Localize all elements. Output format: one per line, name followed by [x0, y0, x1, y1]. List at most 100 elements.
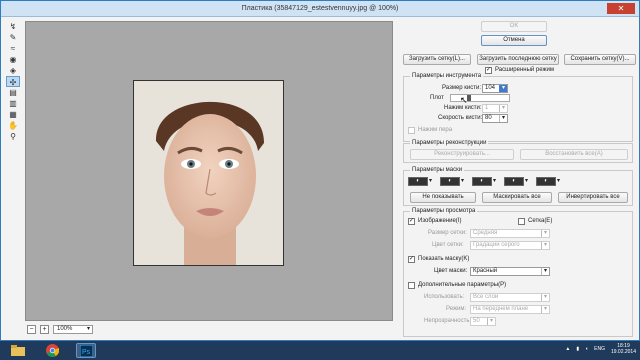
- mask-options-group: Параметры маски ◐ ▾ ◐ ▾ ◐ ▾ ◐ ▾ ◐ ▾ Не п…: [403, 167, 633, 206]
- pucker-tool-icon[interactable]: ◈: [6, 65, 20, 76]
- opacity-field[interactable]: 50 ▾: [470, 317, 496, 326]
- mask-replace-icon[interactable]: ◐: [408, 177, 428, 186]
- mask-options-title: Параметры маски: [410, 167, 465, 173]
- cancel-button[interactable]: Отмена: [481, 35, 547, 46]
- chevron-down-icon[interactable]: ▾: [429, 177, 435, 186]
- brush-size-field[interactable]: 104 ▾: [482, 84, 508, 93]
- save-mesh-button[interactable]: Сохранить сетку(V)...: [564, 54, 636, 65]
- show-backdrop-label: Дополнительные параметры(P): [418, 282, 507, 288]
- show-mesh-checkbox[interactable]: [518, 218, 525, 225]
- mode-select[interactable]: На переднем плане ▾: [470, 305, 550, 314]
- chrome-icon[interactable]: [42, 343, 62, 358]
- stylus-pressure-checkbox[interactable]: [408, 127, 415, 134]
- photoshop-icon[interactable]: Ps: [76, 343, 96, 358]
- language-indicator[interactable]: ENG: [594, 346, 605, 352]
- opacity-label: Непрозрачность:: [424, 318, 472, 324]
- mask-none-button[interactable]: Не показывать: [410, 192, 476, 203]
- zoom-out-button[interactable]: −: [27, 324, 36, 334]
- chevron-down-icon[interactable]: ▾: [541, 306, 549, 313]
- liquify-toolbar: ↯ ✎ ≈ ◉ ◈ ✣ ▤ ▥ ▦ ✋ ⚲: [3, 21, 23, 141]
- chevron-down-icon[interactable]: ▾: [499, 115, 507, 122]
- smooth-tool-icon[interactable]: ≈: [6, 43, 20, 54]
- ok-button[interactable]: OK: [481, 21, 547, 32]
- use-layer-value: Все слои: [473, 294, 499, 300]
- twirl-tool-icon[interactable]: ◉: [6, 54, 20, 65]
- chevron-down-icon[interactable]: ▾: [493, 177, 499, 186]
- slider-knob[interactable]: [467, 95, 471, 101]
- chevron-down-icon[interactable]: ▾: [499, 85, 507, 92]
- mouse-cursor-icon: ↖: [460, 95, 468, 105]
- mesh-size-label: Размер сетки:: [428, 230, 467, 236]
- forward-warp-tool-icon[interactable]: ↯: [6, 21, 20, 32]
- reconstruct-tool-icon[interactable]: ✎: [6, 32, 20, 43]
- title-bar: Пластика (35847129_estestvennuyy.jpg @ 1…: [1, 1, 639, 17]
- zoom-tool-icon[interactable]: ⚲: [6, 131, 20, 142]
- mesh-size-select[interactable]: Средняя ▾: [470, 229, 550, 238]
- mask-add-icon[interactable]: ◐: [440, 177, 460, 186]
- show-mask-label: Показать маску(K): [418, 256, 470, 262]
- mesh-size-value: Средняя: [473, 230, 498, 236]
- use-layer-select[interactable]: Все слои ▾: [470, 293, 550, 302]
- show-image-checkbox[interactable]: ✓: [408, 218, 415, 225]
- show-mask-checkbox[interactable]: ✓: [408, 256, 415, 263]
- tray-arrow-icon[interactable]: ▲: [565, 346, 570, 352]
- zoom-bar: − + 100%: [25, 323, 393, 335]
- opacity-value: 50: [473, 318, 480, 324]
- mesh-color-select[interactable]: Градации серого ▾: [470, 241, 550, 250]
- rate-field[interactable]: 80 ▾: [482, 114, 508, 123]
- rate-value: 80: [485, 115, 492, 121]
- thaw-mask-tool-icon[interactable]: ▦: [6, 109, 20, 120]
- reconstruct-title: Параметры реконструкции: [410, 140, 489, 146]
- push-left-tool-icon[interactable]: ▤: [6, 87, 20, 98]
- clock[interactable]: 18:19 19.02.2014: [611, 343, 636, 355]
- chevron-down-icon[interactable]: ▾: [541, 294, 549, 301]
- mask-subtract-icon[interactable]: ◐: [472, 177, 492, 186]
- mode-value: На переднем плане: [473, 306, 529, 312]
- chevron-down-icon[interactable]: ▾: [541, 230, 549, 237]
- load-mesh-button[interactable]: Загрузить сетку(L)...: [403, 54, 471, 65]
- bloat-tool-icon[interactable]: ✣: [6, 76, 20, 87]
- load-last-mesh-button[interactable]: Загрузить последнюю сетку: [477, 54, 559, 65]
- folder-icon: [11, 345, 25, 356]
- mask-invert-icon[interactable]: ◐: [536, 177, 556, 186]
- system-tray: ▲ ▮ ◖ ENG 18:19 19.02.2014: [565, 343, 636, 355]
- show-mesh-label: Сетка(E): [528, 218, 553, 224]
- mask-intersect-icon[interactable]: ◐: [504, 177, 524, 186]
- chevron-down-icon[interactable]: ▾: [525, 177, 531, 186]
- chevron-down-icon[interactable]: ▾: [541, 242, 549, 249]
- brush-size-slider[interactable]: [450, 94, 510, 102]
- tool-options-title: Параметры инструмента: [410, 73, 484, 79]
- advanced-mode-label: Расширенный режим: [495, 67, 555, 73]
- chevron-down-icon[interactable]: ▾: [461, 177, 467, 186]
- freeze-mask-tool-icon[interactable]: ▥: [6, 98, 20, 109]
- portrait-photo: [133, 80, 284, 266]
- restore-all-button[interactable]: Восстановить все(A): [520, 149, 628, 160]
- preview-canvas[interactable]: [25, 21, 393, 321]
- invert-all-button[interactable]: Инвертировать все: [558, 192, 628, 203]
- view-options-group: Параметры просмотра ✓ Изображение(I) Сет…: [403, 208, 633, 337]
- svg-text:Ps: Ps: [82, 349, 91, 356]
- advanced-mode-checkbox[interactable]: ✓: [485, 67, 492, 74]
- chevron-down-icon[interactable]: ▾: [541, 268, 549, 275]
- liquify-dialog: Пластика (35847129_estestvennuyy.jpg @ 1…: [0, 0, 640, 341]
- chrome-logo-icon: [45, 344, 59, 357]
- close-window-button[interactable]: ✕: [607, 3, 635, 14]
- show-backdrop-checkbox[interactable]: [408, 282, 415, 289]
- hand-tool-icon[interactable]: ✋: [6, 120, 20, 131]
- chevron-down-icon[interactable]: ▾: [557, 177, 563, 186]
- zoom-in-button[interactable]: +: [40, 324, 49, 334]
- volume-icon[interactable]: ◖: [585, 346, 588, 352]
- pressure-field[interactable]: 1 ▾: [482, 104, 508, 113]
- mesh-color-value: Градации серого: [473, 242, 520, 248]
- zoom-select[interactable]: 100%: [53, 324, 93, 334]
- chevron-down-icon[interactable]: ▾: [487, 318, 495, 325]
- show-image-label: Изображение(I): [418, 218, 462, 224]
- mask-color-select[interactable]: Красный ▾: [470, 267, 550, 276]
- file-explorer-icon[interactable]: [8, 343, 28, 358]
- network-icon[interactable]: ▮: [576, 346, 579, 352]
- chevron-down-icon[interactable]: ▾: [499, 105, 507, 112]
- brush-size-label: Размер кисти:: [442, 85, 482, 91]
- reconstruct-button[interactable]: Реконструировать...: [410, 149, 514, 160]
- mask-all-button[interactable]: Маскировать все: [482, 192, 552, 203]
- view-options-title: Параметры просмотра: [410, 208, 478, 214]
